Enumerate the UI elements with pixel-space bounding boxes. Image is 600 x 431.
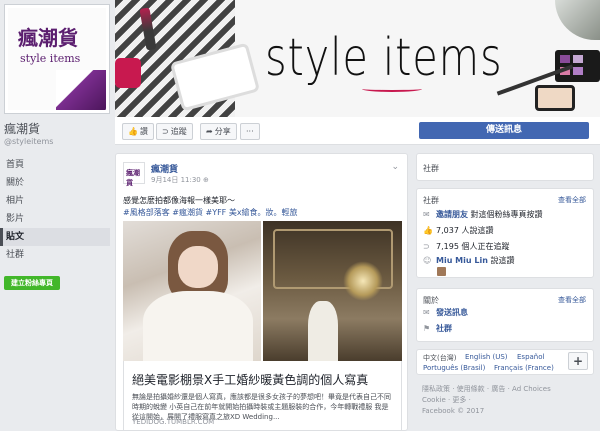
create-page-button[interactable]: 建立粉絲專頁: [4, 276, 60, 290]
invite-friends-text: 對這個粉絲專頁按讚: [468, 210, 543, 219]
cover-title: style items: [265, 28, 503, 88]
post-hashtags[interactable]: #風格部落客 #瘋潮貨 #YFF 美x繪食。妝。輕旅: [123, 207, 403, 219]
invite-friends-link[interactable]: 邀請朋友: [436, 210, 468, 219]
link-preview[interactable]: 絕美電影棚景X手工婚紗暖黃色調的個人寫真 無論是拍攝婚紗還是個人寫真，應該都是很…: [123, 361, 402, 431]
follow-button[interactable]: ⊃ 追蹤: [156, 123, 193, 140]
link-preview-title[interactable]: 絕美電影棚景X手工婚紗暖黃色調的個人寫真: [132, 371, 368, 388]
tag-icon: ⚑: [423, 324, 431, 333]
nav-item-home[interactable]: 首頁: [0, 156, 110, 174]
follow-icon: ⊃: [423, 242, 430, 251]
friend-avatar[interactable]: [437, 267, 446, 276]
about-title: 關於: [423, 296, 439, 305]
like-label: 讚: [139, 127, 148, 136]
action-bar: 👍 讚 ⊃ 追蹤 ➦ 分享 ··· 傳送訊息: [115, 117, 600, 145]
community-see-all[interactable]: 查看全部: [558, 195, 586, 205]
profile-picture[interactable]: 瘋潮貨 style items: [4, 4, 110, 114]
messenger-icon: ✉: [423, 308, 430, 317]
send-message-button[interactable]: 傳送訊息: [419, 122, 589, 139]
rss-icon: ⊃: [162, 127, 169, 136]
language-english[interactable]: English (US): [465, 353, 508, 361]
community-card: 社群 查看全部 ✉ 邀請朋友 對這個粉絲專頁按讚 👍 7,037 人說這讚 ⊃ 7,1…: [416, 188, 594, 278]
invite-icon: ✉: [423, 210, 430, 219]
cover-decor-compact: [535, 85, 575, 111]
post-author-avatar[interactable]: 瘋潮貨: [123, 162, 145, 187]
cover-decor-underline: [362, 86, 422, 92]
post-image-left[interactable]: [123, 221, 261, 361]
category-row: ⚑ 社群: [423, 323, 452, 334]
language-french[interactable]: Français (France): [494, 364, 554, 372]
cover-photo[interactable]: style items: [115, 0, 600, 117]
about-see-all[interactable]: 查看全部: [558, 295, 586, 305]
send-message-row: ✉ 發送訊息: [423, 307, 468, 318]
follow-label: 追蹤: [170, 127, 187, 136]
nav-item-about[interactable]: 關於: [0, 174, 110, 192]
category-link[interactable]: 社群: [436, 324, 452, 333]
friend-like-row: ☺ Miu Miu Lin 說這讚: [423, 255, 514, 266]
more-button[interactable]: ···: [240, 123, 260, 140]
friends-icon: ☺: [423, 256, 432, 265]
link-preview-domain: YEDIDOG.TUMBLR.COM: [132, 418, 215, 426]
like-button[interactable]: 👍 讚: [122, 123, 154, 140]
language-spanish[interactable]: Español: [517, 353, 544, 361]
logo-chinese-text: 瘋潮貨: [18, 26, 78, 50]
share-arrow-icon: ➦: [206, 127, 213, 136]
thumbs-up-icon: 👍: [128, 127, 138, 136]
add-language-button[interactable]: +: [568, 352, 588, 370]
community-title: 社群: [423, 196, 439, 205]
nav-item-community[interactable]: 社群: [0, 246, 110, 264]
logo-page-curl-icon: [56, 70, 106, 110]
page-name[interactable]: 瘋潮貨: [4, 120, 40, 137]
post-body: 感覺怎麼拍都像海報一樣美耶～ #風格部落客 #瘋潮貨 #YFF 美x繪食。妝。輕…: [123, 195, 403, 219]
community-top-card: 社群: [416, 153, 594, 181]
cover-decor-palette: [555, 50, 600, 82]
post-text: 感覺怎麼拍都像海報一樣美耶～: [123, 196, 235, 205]
nav-item-posts[interactable]: 貼文: [0, 228, 110, 246]
community-top-label[interactable]: 社群: [423, 163, 439, 174]
nav-item-photos[interactable]: 相片: [0, 192, 110, 210]
post-time-text: 9月14日 11:30: [151, 176, 201, 184]
nav-item-videos[interactable]: 影片: [0, 210, 110, 228]
footer-links-1[interactable]: 隱私政策 · 使用條款 · 廣告 · Ad Choices: [422, 384, 551, 395]
likes-count: 7,037 人說這讚: [436, 226, 494, 235]
logo-english-text: style items: [20, 52, 81, 65]
post-options-icon[interactable]: ⌄: [391, 162, 399, 172]
page-handle[interactable]: @styleitems: [4, 137, 53, 146]
share-label: 分享: [214, 127, 231, 136]
globe-icon: ⊕: [203, 176, 209, 184]
send-message-link[interactable]: 發送訊息: [436, 308, 468, 317]
footer-links-2[interactable]: Cookie · 更多 ·: [422, 395, 471, 406]
share-button[interactable]: ➦ 分享: [200, 123, 237, 140]
friend-like-text: 說這讚: [487, 256, 515, 265]
thumbs-up-icon: 👍: [423, 226, 433, 235]
post-image-right[interactable]: [263, 221, 402, 361]
current-language: 中文(台灣): [423, 354, 457, 362]
language-portuguese[interactable]: Português (Brasil): [423, 364, 485, 372]
footer-copyright: Facebook © 2017: [422, 407, 485, 415]
left-nav: 首頁 關於 相片 影片 貼文 社群: [0, 156, 110, 264]
follows-row: ⊃ 7,195 個人正在追蹤: [423, 241, 509, 252]
post-avatar-text: 瘋潮貨: [126, 169, 140, 187]
cover-decor-leaf: [555, 0, 600, 40]
cover-decor-polish: [115, 58, 141, 88]
likes-row: 👍 7,037 人說這讚: [423, 225, 493, 236]
post-timestamp[interactable]: 9月14日 11:30 ⊕: [151, 175, 209, 185]
follows-count: 7,195 個人正在追蹤: [436, 242, 510, 251]
post-card: 瘋潮貨 瘋潮貨 9月14日 11:30 ⊕ ⌄ 感覺怎麼拍都像海報一樣美耶～ #…: [115, 153, 408, 431]
about-card: 關於 查看全部 ✉ 發送訊息 ⚑ 社群: [416, 288, 594, 342]
post-author-name[interactable]: 瘋潮貨: [151, 162, 178, 175]
invite-friends-row: ✉ 邀請朋友 對這個粉絲專頁按讚: [423, 209, 543, 220]
friend-name-link[interactable]: Miu Miu Lin: [436, 256, 488, 265]
